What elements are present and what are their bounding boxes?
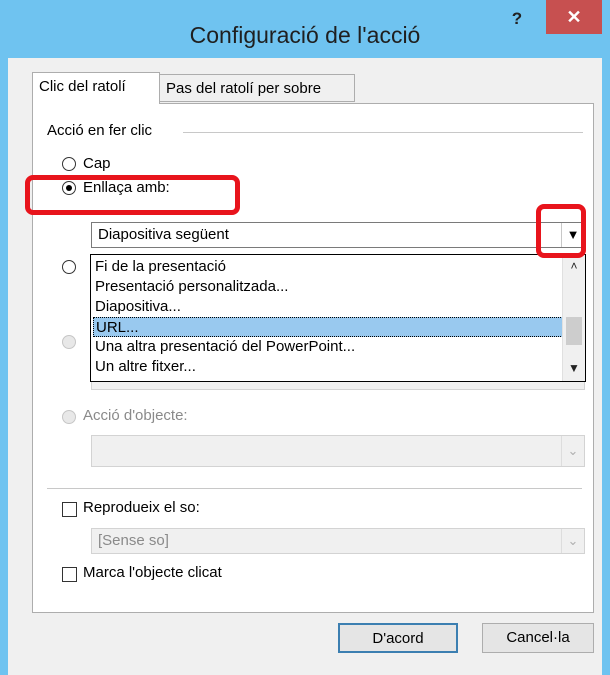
annotation-highlight-link (25, 175, 240, 215)
radio-none[interactable] (62, 157, 76, 171)
divider (47, 488, 582, 489)
annotation-highlight-dropdown (536, 204, 586, 258)
scrollbar-thumb[interactable] (566, 317, 582, 345)
dialog-body: Pas del ratolí per sobre Clic del ratolí… (8, 58, 602, 675)
tab-mouse-over[interactable]: Pas del ratolí per sobre (159, 74, 355, 102)
radio-hidden-2 (62, 335, 76, 349)
radio-object-action (62, 410, 76, 424)
dialog-window: Configuració de l'acció ? ✕ Pas del rato… (0, 0, 610, 675)
list-item[interactable]: Diapositiva... (93, 297, 563, 317)
window-title: Configuració de l'acció (189, 22, 421, 48)
highlight-checkbox[interactable] (62, 567, 77, 582)
tab-mouse-click[interactable]: Clic del ratolí (32, 72, 160, 104)
list-item[interactable]: Un altre fitxer... (93, 357, 563, 377)
sound-value: [Sense so] (98, 532, 169, 549)
hyperlink-combobox[interactable]: Diapositiva següent ▼ (91, 222, 585, 248)
chevron-down-icon: ⌄ (561, 436, 584, 466)
hyperlink-dropdown-list[interactable]: Fi de la presentació Presentació persona… (90, 254, 586, 382)
group-label: Acció en fer clic (47, 122, 157, 139)
hyperlink-value: Diapositiva següent (98, 226, 229, 243)
highlight-label: Marca l'objecte clicat (83, 564, 222, 581)
ok-button[interactable]: D'acord (338, 623, 458, 653)
list-item[interactable]: Una altra presentació del PowerPoint... (93, 337, 563, 357)
chevron-down-icon[interactable]: ▼ (563, 359, 585, 377)
chevron-up-icon[interactable]: ˄ (563, 257, 585, 275)
chevron-down-icon: ⌄ (561, 529, 584, 553)
list-item[interactable]: Presentació personalitzada... (93, 277, 563, 297)
help-button[interactable]: ? (502, 6, 532, 32)
list-item-selected[interactable]: URL... (93, 317, 563, 337)
object-action-combobox: ⌄ (91, 435, 585, 467)
group-divider (183, 132, 583, 133)
cancel-button[interactable]: Cancel·la (482, 623, 594, 653)
radio-hidden-1[interactable] (62, 260, 76, 274)
play-sound-checkbox[interactable] (62, 502, 77, 517)
scrollbar[interactable]: ˄ ▼ (562, 255, 585, 381)
close-button[interactable]: ✕ (546, 0, 602, 34)
sound-combobox: [Sense so] ⌄ (91, 528, 585, 554)
play-sound-label: Reprodueix el so: (83, 499, 200, 516)
title-bar[interactable]: Configuració de l'acció ? ✕ (0, 0, 610, 58)
list-item[interactable]: Fi de la presentació (93, 257, 563, 277)
radio-object-action-label: Acció d'objecte: (83, 407, 188, 424)
radio-none-label: Cap (83, 155, 111, 172)
close-icon: ✕ (566, 7, 582, 27)
